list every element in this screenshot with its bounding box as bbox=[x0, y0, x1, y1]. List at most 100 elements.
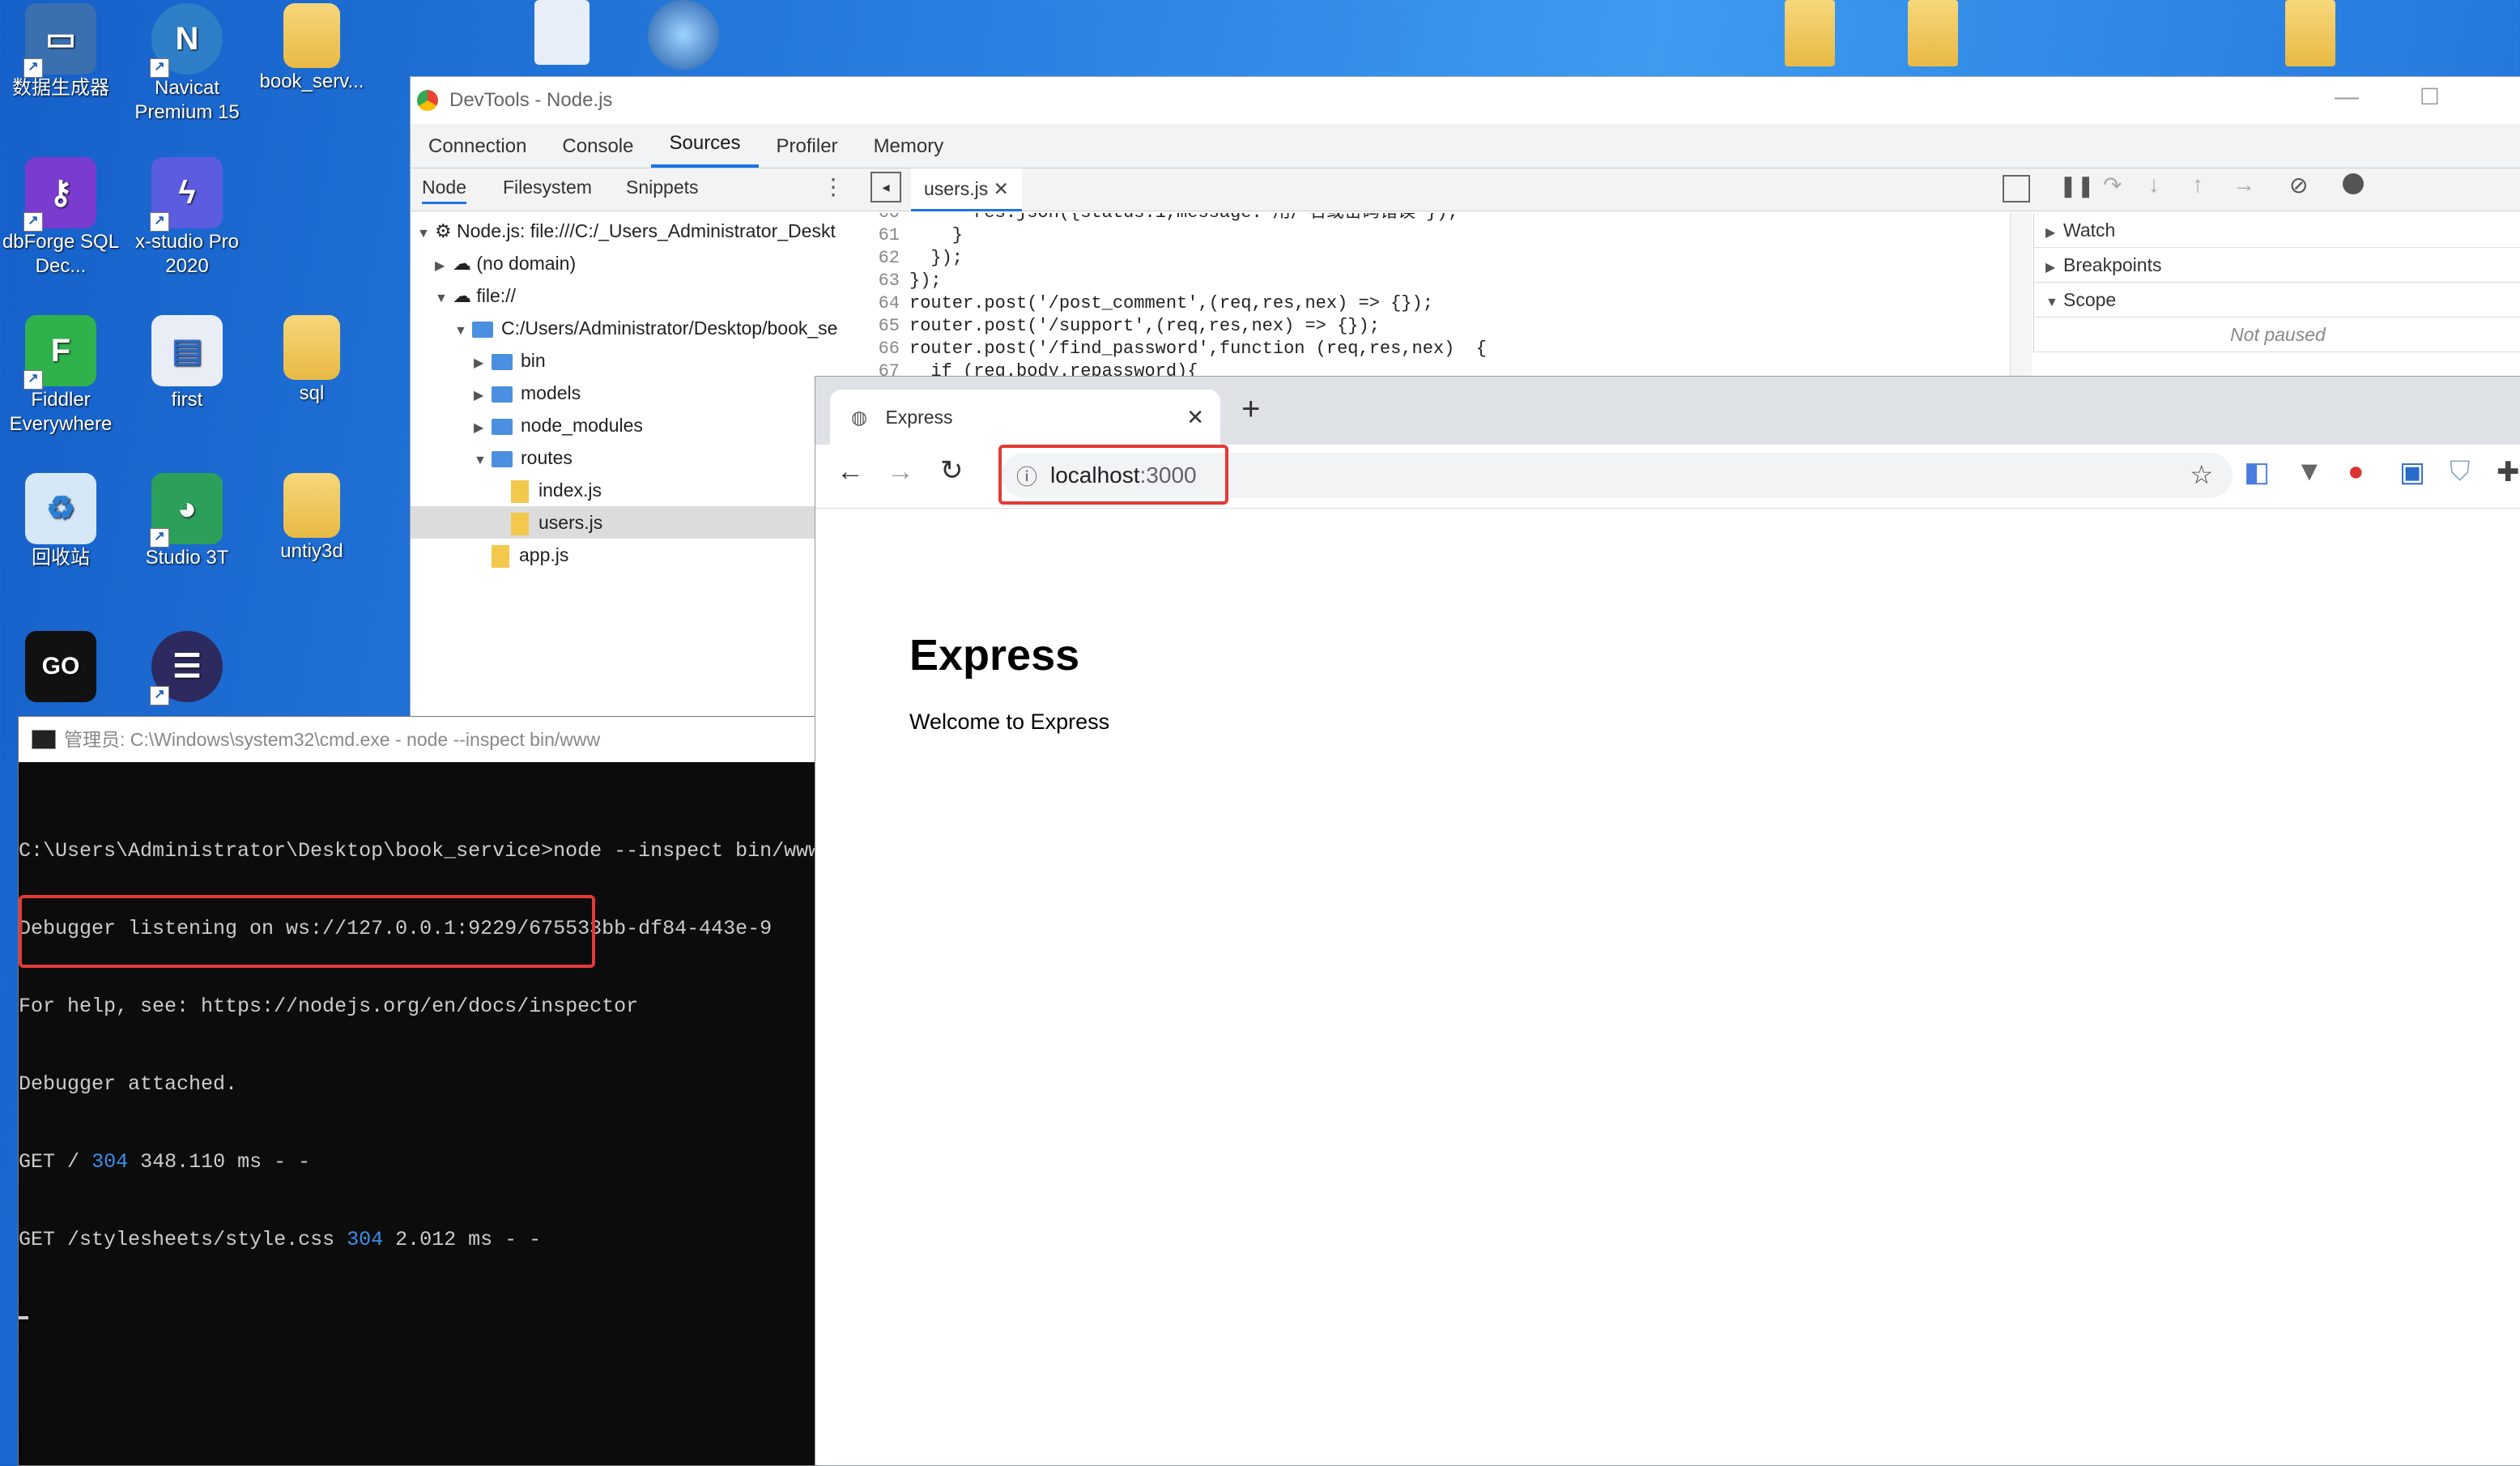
reload-icon[interactable]: ↻ bbox=[940, 454, 964, 487]
toggle-navigator-icon[interactable]: ◂ bbox=[871, 172, 901, 202]
puzzle-icon[interactable]: ✚ bbox=[2497, 456, 2520, 488]
tab-sources[interactable]: Sources bbox=[651, 122, 759, 168]
folder-icon[interactable] bbox=[1908, 0, 1958, 66]
desktop-icon-label: 回收站 bbox=[32, 547, 90, 569]
tree-item[interactable]: ▶ bin bbox=[411, 344, 856, 377]
desktop-icon-eclipse[interactable]: ☰ ↗ bbox=[126, 628, 248, 705]
pause-icon[interactable]: ❚❚ bbox=[2059, 173, 2095, 198]
desktop-icon-label: sql bbox=[299, 382, 325, 404]
code-line: 64 router.post('/post_comment',(req,res,n… bbox=[878, 293, 1433, 313]
gear-icon: ⚙ bbox=[435, 220, 458, 241]
step-icon[interactable]: → bbox=[2233, 172, 2255, 198]
desktop-icon-x-studio[interactable]: ϟ ↗ x-studio Pro 2020 bbox=[126, 154, 248, 279]
file-icon bbox=[492, 544, 509, 568]
code-line: 63}); bbox=[878, 271, 942, 291]
minimize-button[interactable]: — bbox=[2335, 83, 2359, 111]
tab-memory[interactable]: Memory bbox=[856, 126, 962, 168]
desktop-icon-label: Fiddler Everywhere bbox=[9, 389, 113, 435]
desktop-icon-book-service[interactable]: book_serv... bbox=[251, 0, 372, 94]
translate-extension-icon[interactable]: ◧ bbox=[2244, 456, 2270, 488]
watch-section[interactable]: ▶ Watch bbox=[2034, 213, 2520, 248]
dbforge-icon: ⚷ ↗ bbox=[23, 157, 96, 232]
folder-icon bbox=[283, 473, 340, 538]
shield-extension-icon[interactable]: ⛉ bbox=[2450, 456, 2471, 488]
scope-status: Not paused bbox=[2034, 317, 2520, 352]
deactivate-breakpoints-icon[interactable]: ⊘ bbox=[2289, 172, 2308, 198]
navigator-tree: ▼ ⚙ Node.js: file:///C:/_Users_Administra… bbox=[411, 215, 856, 571]
desktop-icon-recycle-bin[interactable]: ♻ 回收站 bbox=[0, 470, 121, 570]
maximize-button[interactable]: ☐ bbox=[2420, 83, 2440, 110]
tree-item[interactable]: ▼ routes bbox=[411, 441, 856, 474]
pause-on-exceptions-icon[interactable] bbox=[2343, 173, 2364, 194]
back-icon[interactable]: ← bbox=[836, 456, 864, 488]
folder-icon[interactable] bbox=[2285, 0, 2335, 66]
cmd-output[interactable]: C:\Users\Administrator\Desktop\book_serv… bbox=[19, 762, 817, 1371]
desktop-icon-label: Studio 3T bbox=[145, 547, 229, 569]
desktop-icon-goland[interactable]: GO bbox=[0, 628, 121, 704]
globe-icon: ◍ bbox=[851, 407, 868, 428]
new-tab-icon[interactable]: + bbox=[1241, 391, 1260, 428]
desktop-icon-untiy3d[interactable]: untiy3d bbox=[251, 470, 372, 564]
desktop-icon-navicat[interactable]: N ↗ Navicat Premium 15 bbox=[126, 0, 248, 125]
desktop-icon-sql[interactable]: sql bbox=[251, 312, 372, 406]
tree-item[interactable]: ▶ models bbox=[411, 377, 856, 409]
browser-tab-express[interactable]: ◍ Express ✕ bbox=[830, 390, 1220, 445]
x-studio-icon: ϟ ↗ bbox=[150, 157, 223, 232]
desktop-icon-dbforge[interactable]: ⚷ ↗ dbForge SQL Dec... bbox=[0, 154, 121, 279]
close-tab-icon[interactable]: ✕ bbox=[1186, 390, 1204, 445]
cmd-line: For help, see: https://nodejs.org/en/doc… bbox=[19, 995, 639, 1018]
desktop-icon-label: book_serv... bbox=[259, 70, 364, 92]
visual-studio-icon[interactable] bbox=[534, 0, 590, 65]
tree-item[interactable]: app.js bbox=[411, 539, 856, 571]
desktop-icon-fiddler[interactable]: F ↗ Fiddler Everywhere bbox=[0, 312, 121, 437]
tree-item[interactable]: ▼ ⚙ Node.js: file:///C:/_Users_Administra… bbox=[411, 215, 856, 247]
cloud-icon: ☁ bbox=[453, 253, 477, 274]
step-over-icon[interactable]: ↷ bbox=[2103, 172, 2122, 198]
forward-icon[interactable]: → bbox=[887, 456, 914, 488]
tree-item-label: users.js bbox=[538, 512, 603, 533]
code-line: 61 } bbox=[878, 225, 964, 245]
nav-tab-node[interactable]: Node bbox=[422, 177, 466, 204]
cmd-icon bbox=[32, 730, 56, 749]
tree-item[interactable]: ▼ ☁ file:// bbox=[411, 279, 856, 312]
step-out-icon[interactable]: ↑ bbox=[2192, 172, 2203, 198]
desktop-icon-data-generator[interactable]: ▭ ↗ 数据生成器 bbox=[0, 0, 121, 100]
tree-item-selected[interactable]: users.js bbox=[411, 506, 856, 539]
editor-tab-users-js[interactable]: users.js ✕ bbox=[911, 168, 1022, 211]
more-menu-icon[interactable]: ⋮ bbox=[822, 173, 845, 200]
folder-icon bbox=[492, 353, 513, 370]
nav-tab-snippets[interactable]: Snippets bbox=[626, 177, 699, 198]
tree-item[interactable]: ▼ C:/Users/Administrator/Desktop/book_se bbox=[411, 312, 856, 344]
monitor-icon: ▭ ↗ bbox=[23, 3, 96, 78]
extension-icon[interactable]: ● bbox=[2348, 456, 2365, 488]
request-log-line: GET /stylesheets/style.css 304 2.012 ms … bbox=[19, 1228, 542, 1251]
step-into-icon[interactable]: ↓ bbox=[2148, 172, 2160, 198]
tree-item[interactable]: ▶ ☁ (no domain) bbox=[411, 247, 856, 279]
folder-icon bbox=[492, 450, 513, 467]
breakpoints-section[interactable]: ▶ Breakpoints bbox=[2034, 248, 2520, 283]
app-orb-icon[interactable] bbox=[648, 0, 719, 70]
tab-console[interactable]: Console bbox=[544, 126, 651, 168]
desktop-icon-studio3t[interactable]: ◕ ↗ Studio 3T bbox=[126, 470, 248, 570]
tree-item-label: index.js bbox=[538, 479, 602, 501]
browser-tabbar: ◍ Express ✕ + bbox=[815, 377, 2520, 445]
goland-icon-label: GO bbox=[41, 653, 80, 680]
folder-icon[interactable] bbox=[1785, 0, 1835, 66]
devtools-main-tabs: Connection Console Sources Profiler Memo… bbox=[411, 124, 2520, 168]
toggle-debugger-icon[interactable] bbox=[2003, 175, 2030, 202]
tab-connection[interactable]: Connection bbox=[411, 126, 544, 168]
studio3t-icon: ◕ ↗ bbox=[150, 473, 223, 548]
bookmark-star-icon[interactable]: ☆ bbox=[2190, 459, 2213, 490]
extension-icon[interactable]: ▣ bbox=[2399, 456, 2425, 488]
debugger-sidebar: ▶ Watch ▶ Breakpoints ▼ Scope Not paused bbox=[2033, 213, 2520, 352]
vue-extension-icon[interactable]: ▼ bbox=[2296, 456, 2323, 488]
tree-item[interactable]: ▶ node_modules bbox=[411, 409, 856, 441]
tab-profiler[interactable]: Profiler bbox=[759, 126, 856, 168]
tree-item[interactable]: index.js bbox=[411, 474, 856, 506]
desktop-icon-first[interactable]: ▤ first bbox=[126, 312, 248, 412]
desktop-icon-label: x-studio Pro 2020 bbox=[134, 231, 240, 277]
close-icon[interactable]: ✕ bbox=[994, 178, 1009, 199]
nav-tab-filesystem[interactable]: Filesystem bbox=[503, 177, 592, 198]
scope-section[interactable]: ▼ Scope bbox=[2034, 283, 2520, 317]
file-icon bbox=[511, 479, 529, 503]
